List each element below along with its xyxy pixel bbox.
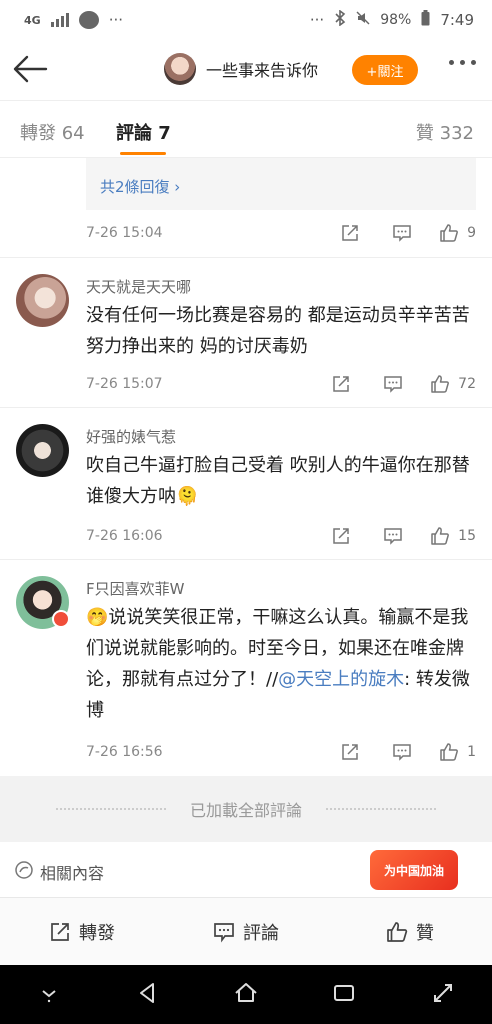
- weibo-comments-page: 4G ··· ··· 98% 7:49 一些事来告诉你 +關注 轉發 64 評論…: [0, 0, 492, 1024]
- view-replies-link[interactable]: 共2條回復 ›: [100, 176, 180, 197]
- related-content-bar[interactable]: 相關內容 为中国加油: [0, 842, 492, 897]
- like-button[interactable]: 9: [439, 223, 476, 243]
- back-nav-icon[interactable]: [135, 980, 161, 1010]
- share-icon[interactable]: [339, 222, 361, 244]
- comment-text: 🤭说说笑笑很正常，干嘛这么认真。输赢不是我们说说就能影响的。时至今日，如果还在唯…: [86, 602, 476, 726]
- status-more: ···: [108, 11, 123, 29]
- comment-author[interactable]: F只因喜欢菲W: [86, 578, 184, 599]
- reply-icon[interactable]: [382, 525, 404, 547]
- comment-label: 評論: [243, 922, 279, 944]
- related-label[interactable]: 相關內容: [40, 860, 104, 884]
- battery-icon: [421, 10, 430, 30]
- replies-box[interactable]: 共2條回復 ›: [86, 158, 476, 210]
- back-button[interactable]: [12, 54, 48, 84]
- status-bar: 4G ··· ··· 98% 7:49: [0, 0, 492, 40]
- bluetooth-icon: [334, 9, 346, 30]
- like-button[interactable]: 1: [439, 742, 476, 762]
- battery-level: 98%: [380, 12, 412, 28]
- like-post-button[interactable]: 贊: [328, 919, 492, 945]
- reply-icon[interactable]: [391, 741, 413, 763]
- share-icon: [51, 922, 69, 941]
- comment-time: 7-26 16:06: [86, 528, 163, 544]
- thumbs-up-icon: [440, 743, 459, 761]
- recents-nav-icon[interactable]: [331, 980, 357, 1010]
- comment-item: 好强的婊气惹 吹自己牛逼打脸自己受着 吹别人的牛逼你在那替谁傻大方呐🫠 7-26…: [0, 408, 492, 560]
- comment-icon: [214, 922, 234, 943]
- thumbs-up-icon: [387, 921, 408, 942]
- promo-banner[interactable]: 为中国加油: [370, 850, 458, 890]
- top-bar: 一些事来告诉你 +關注: [0, 40, 492, 100]
- reply-icon[interactable]: [391, 222, 413, 244]
- bottom-toolbar: 轉發 評論 贊: [0, 897, 492, 965]
- thumbs-up-icon: [431, 375, 450, 393]
- share-icon[interactable]: [330, 373, 352, 395]
- mute-icon: [356, 11, 370, 29]
- share-icon[interactable]: [339, 741, 361, 763]
- hide-nav-icon[interactable]: [36, 980, 62, 1010]
- status-more-right: ···: [309, 11, 325, 29]
- related-icon: [14, 860, 34, 884]
- avatar[interactable]: [16, 424, 69, 477]
- comment-author[interactable]: 好强的婊气惹: [86, 426, 176, 447]
- tab-reposts[interactable]: 轉發 64: [20, 119, 85, 145]
- like-button[interactable]: 72: [430, 374, 476, 394]
- follow-button[interactable]: +關注: [352, 55, 418, 85]
- comment-time: 7-26 16:56: [86, 744, 163, 760]
- home-nav-icon[interactable]: [233, 980, 259, 1010]
- like-count: 15: [458, 528, 476, 544]
- like-label: 贊: [416, 922, 434, 944]
- screen-resize-icon[interactable]: [430, 980, 456, 1010]
- repost-button[interactable]: 轉發: [0, 919, 164, 945]
- divider: [55, 808, 166, 810]
- comment-time: 7-26 15:07: [86, 376, 163, 392]
- author-name[interactable]: 一些事来告诉你: [206, 57, 318, 81]
- tab-likes[interactable]: 贊 332: [416, 119, 474, 145]
- network-indicator: 4G: [24, 13, 41, 27]
- comment-author[interactable]: 天天就是天天哪: [86, 276, 191, 297]
- more-options-icon[interactable]: [449, 60, 476, 65]
- back-arrow-icon: [13, 55, 48, 83]
- system-nav-bar: [0, 965, 492, 1024]
- tab-comments[interactable]: 評論 7: [116, 119, 171, 145]
- like-button[interactable]: 15: [430, 526, 476, 546]
- share-icon[interactable]: [330, 525, 352, 547]
- like-count: 1: [467, 744, 476, 760]
- author-info[interactable]: 一些事来告诉你: [164, 53, 318, 85]
- tab-bar: 轉發 64 評論 7 贊 332: [0, 100, 492, 158]
- verified-badge-icon: [52, 610, 70, 628]
- message-icon: [78, 11, 99, 29]
- signal-icon: [50, 13, 69, 27]
- comment-button[interactable]: 評論: [164, 919, 328, 945]
- active-tab-indicator: [120, 152, 166, 155]
- reply-icon[interactable]: [382, 373, 404, 395]
- end-of-comments: 已加載全部評論: [0, 776, 492, 842]
- author-avatar[interactable]: [164, 53, 196, 85]
- like-count: 9: [467, 225, 476, 241]
- loaded-all-label: 已加載全部評論: [189, 801, 302, 820]
- comment-item: F只因喜欢菲W 🤭说说笑笑很正常，干嘛这么认真。输赢不是我们说说就能影响的。时至…: [0, 560, 492, 776]
- repost-label: 轉發: [79, 922, 115, 944]
- comment-text: 吹自己牛逼打脸自己受着 吹别人的牛逼你在那替谁傻大方呐🫠: [86, 455, 470, 507]
- mention-link[interactable]: @天空上的旋木: [278, 669, 404, 690]
- thumbs-up-icon: [440, 224, 459, 242]
- comment-item: 天天就是天天哪 没有任何一场比赛是容易的 都是运动员辛辛苦苦努力挣出来的 妈的讨…: [0, 258, 492, 408]
- divider: [326, 808, 436, 810]
- clock: 7:49: [440, 11, 474, 29]
- comment-item: 共2條回復 › 7-26 15:04 9: [0, 158, 492, 258]
- comment-text: 没有任何一场比赛是容易的 都是运动员辛辛苦苦努力挣出来的 妈的讨厌毒奶: [86, 305, 470, 357]
- thumbs-up-icon: [431, 527, 450, 545]
- comment-time: 7-26 15:04: [86, 225, 163, 241]
- like-count: 72: [458, 376, 476, 392]
- avatar[interactable]: [16, 274, 69, 327]
